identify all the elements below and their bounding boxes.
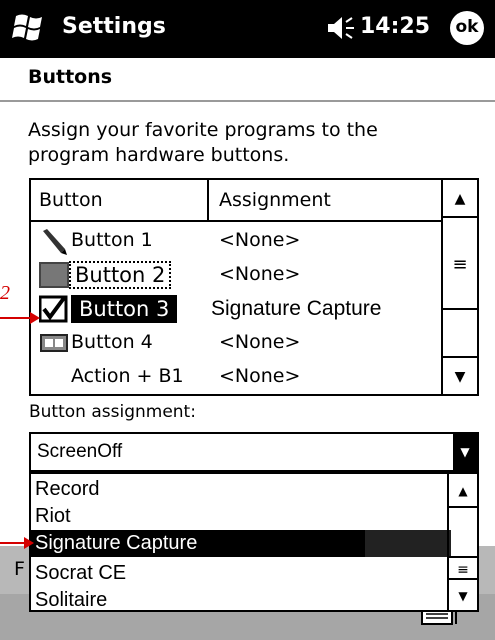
divider [0,100,495,102]
button-name: Button 4 [71,331,153,353]
table-row[interactable]: Button 2 <None> [31,258,442,292]
column-header-assignment[interactable]: Assignment [211,180,442,220]
button-assignment: Signature Capture [211,297,382,320]
button-assignment: <None> [219,263,301,285]
button-name: Action + B1 [71,365,184,387]
highlight-extension [365,530,451,557]
scroll-thumb[interactable]: ≡ [443,220,477,310]
volume-icon[interactable] [322,14,356,42]
assignment-dropdown[interactable]: ScreenOff ▼ [29,432,479,472]
page-description: Assign your favorite programs to the pro… [28,119,378,166]
scroll-up-arrow-icon[interactable]: ▲ [449,474,477,508]
button-assignment-label: Button assignment: [29,402,196,422]
dropdown-value: ScreenOff [37,441,123,462]
column-header-button[interactable]: Button [31,180,209,220]
button-list[interactable]: Button Assignment Button 1 <None> Button… [29,178,479,396]
scroll-thumb[interactable] [449,510,477,558]
table-row-selected[interactable]: Button 3 Signature Capture [31,292,442,326]
button-assignment: <None> [219,365,301,387]
checkmark-icon [39,295,68,323]
table-header: Button Assignment [31,180,442,222]
button-assignment: <None> [219,331,301,353]
table-row[interactable]: Button 4 <None> [31,326,442,360]
ok-button[interactable]: ok [450,11,484,45]
list-item[interactable]: Record [31,476,451,503]
scroll-grip-icon[interactable]: ≡ [449,560,477,580]
dropdown-list[interactable]: Record Riot Signature Capture Socrat CE … [29,472,479,612]
scroll-down-arrow-icon[interactable]: ▼ [443,356,477,394]
list-item[interactable]: Riot [31,503,451,530]
card-icon [40,334,68,352]
app-title: Settings [62,14,166,39]
start-menu-icon[interactable] [12,10,48,44]
gray-button-icon [39,262,69,288]
table-scrollbar[interactable]: ▲ ≡ ▼ [441,180,477,394]
page-title: Buttons [28,66,113,88]
list-item[interactable]: Socrat CE [31,560,451,587]
clock[interactable]: 14:25 [360,14,430,39]
scroll-track[interactable] [443,312,477,354]
partial-label: F [14,558,25,580]
scroll-up-arrow-icon[interactable]: ▲ [443,180,477,218]
button-assignment: <None> [219,229,301,251]
dropdown-arrow-icon[interactable]: ▼ [453,434,477,470]
pen-icon [43,229,67,255]
list-item[interactable]: Solitaire [31,587,451,614]
list-item-highlighted[interactable]: Signature Capture [31,530,365,557]
table-row[interactable]: Button 1 <None> [31,224,442,258]
dropdown-scrollbar[interactable]: ▲ ≡ ▼ [447,474,477,610]
button-name: Button 3 [71,295,178,323]
title-bar: Settings 14:25 ok [0,0,495,58]
scroll-down-arrow-icon[interactable]: ▼ [449,582,477,610]
callout-number: 2 [0,282,10,304]
button-name: Button 2 [69,261,172,289]
table-row[interactable]: Action + B1 <None> [31,360,442,394]
button-name: Button 1 [71,229,153,251]
